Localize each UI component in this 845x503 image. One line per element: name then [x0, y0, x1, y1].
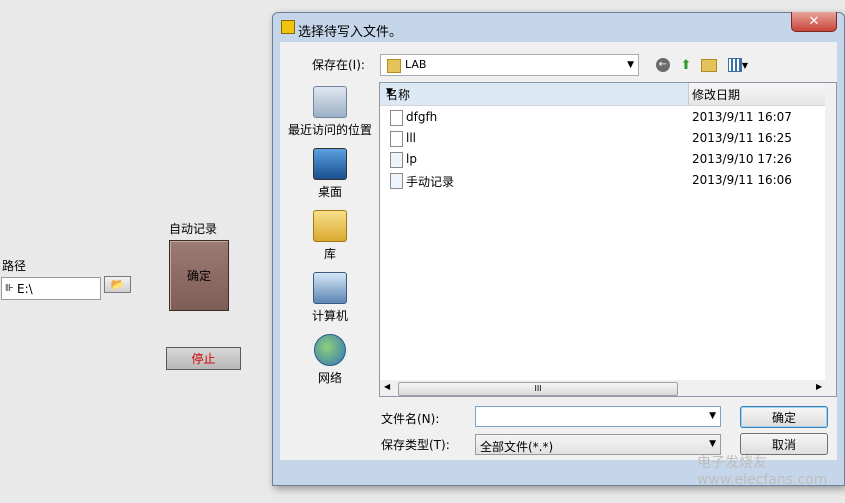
place-libraries[interactable]: 库 [284, 210, 376, 262]
file-name: dfgfh [406, 110, 438, 124]
scroll-thumb[interactable]: III [398, 382, 678, 396]
back-button[interactable]: ← [654, 56, 672, 74]
back-arrow-icon: ← [656, 58, 670, 72]
place-label: 桌面 [317, 185, 342, 199]
vertical-scrollbar[interactable] [825, 83, 836, 396]
file-row[interactable]: lp 2013/9/10 17:26 L [380, 149, 836, 170]
watermark: 电子发烧友 www.elecfans.com [697, 455, 828, 488]
up-folder-icon: ⬆ [680, 57, 692, 73]
save-in-label: 保存在(I): [312, 58, 365, 72]
horizontal-scrollbar[interactable]: ◀ III ▶ [380, 380, 825, 396]
place-label: 计算机 [311, 309, 348, 323]
view-grid-icon [727, 58, 742, 72]
filetype-value: 全部文件(*.*) [480, 440, 554, 454]
places-bar: 最近访问的位置 桌面 库 计算机 网络 [284, 82, 376, 396]
new-folder-button[interactable] [700, 56, 718, 74]
libraries-icon [313, 210, 347, 242]
stop-button[interactable]: 停止 [166, 347, 241, 370]
scroll-right-icon[interactable]: ▶ [816, 382, 822, 391]
chevron-down-icon: ▼ [709, 439, 716, 449]
file-list: ▲ 名称 ▼ 修改日期 ε dfgfh 2013/9/11 16:07 Ž ll… [379, 82, 837, 397]
chevron-down-icon: ▼ [709, 411, 716, 421]
computer-icon [313, 272, 347, 304]
place-label: 库 [323, 247, 336, 261]
file-icon [390, 110, 403, 126]
dialog-ok-button[interactable]: 确定 [740, 406, 828, 428]
folder-open-icon: 📂 [110, 278, 125, 291]
file-icon [390, 152, 403, 168]
view-menu-button[interactable]: ▼ [725, 56, 751, 74]
place-network[interactable]: 网络 [284, 334, 376, 386]
filetype-dropdown[interactable]: 全部文件(*.*) ▼ [475, 434, 721, 455]
chevron-down-icon: ▼ [741, 60, 749, 70]
path-label: 路径 [2, 259, 27, 273]
file-list-header: ▲ 名称 ▼ 修改日期 ε [380, 83, 836, 106]
folder-icon [387, 59, 401, 73]
file-modified: 2013/9/11 16:06 [692, 173, 792, 187]
labview-app-icon [281, 20, 295, 34]
column-modified[interactable]: 修改日期 [692, 86, 740, 103]
filetype-label: 保存类型(T): [381, 438, 450, 452]
chevron-down-icon: ▼ [386, 87, 393, 97]
auto-record-ok-button[interactable]: 确定 [169, 240, 229, 311]
file-row[interactable]: lll 2013/9/11 16:25 Ž [380, 128, 836, 149]
file-modified: 2013/9/11 16:07 [692, 110, 792, 124]
place-desktop[interactable]: 桌面 [284, 148, 376, 200]
file-name: 手动记录 [406, 175, 455, 189]
file-name: lp [406, 152, 417, 166]
desktop-icon [313, 148, 347, 180]
file-name: lll [406, 131, 417, 145]
up-folder-button[interactable]: ⬆ [677, 56, 695, 74]
network-icon [314, 334, 346, 366]
place-label: 最近访问的位置 [287, 123, 372, 137]
file-modified: 2013/9/10 17:26 [692, 152, 792, 166]
recent-places-icon [313, 86, 347, 118]
path-type-icon: ⊪ [5, 283, 14, 294]
browse-button[interactable]: 📂 [104, 276, 131, 293]
column-name[interactable]: ▲ 名称 ▼ [380, 83, 689, 105]
file-row[interactable]: 手动记录 2013/9/11 16:06 L [380, 170, 836, 191]
file-row[interactable]: dfgfh 2013/9/11 16:07 Ž [380, 107, 836, 128]
path-value: E:\ [17, 282, 33, 296]
dialog-title: 选择待写入文件。 [298, 25, 403, 40]
file-icon [390, 173, 403, 189]
scroll-left-icon[interactable]: ◀ [384, 382, 390, 391]
file-icon [390, 131, 403, 147]
path-input[interactable]: ⊪ E:\ [1, 277, 101, 300]
new-folder-icon [701, 58, 717, 72]
file-modified: 2013/9/11 16:25 [692, 131, 792, 145]
chevron-down-icon: ▼ [627, 60, 634, 70]
auto-record-label: 自动记录 [169, 222, 218, 236]
place-label: 网络 [317, 371, 342, 385]
save-in-dropdown[interactable]: LAB ▼ [380, 54, 639, 76]
close-button[interactable]: ✕ [791, 12, 837, 32]
filename-input[interactable]: ▼ [475, 406, 721, 427]
place-recent[interactable]: 最近访问的位置 [284, 86, 376, 138]
filename-label: 文件名(N): [381, 412, 440, 426]
save-in-value: LAB [405, 58, 427, 71]
place-computer[interactable]: 计算机 [284, 272, 376, 324]
